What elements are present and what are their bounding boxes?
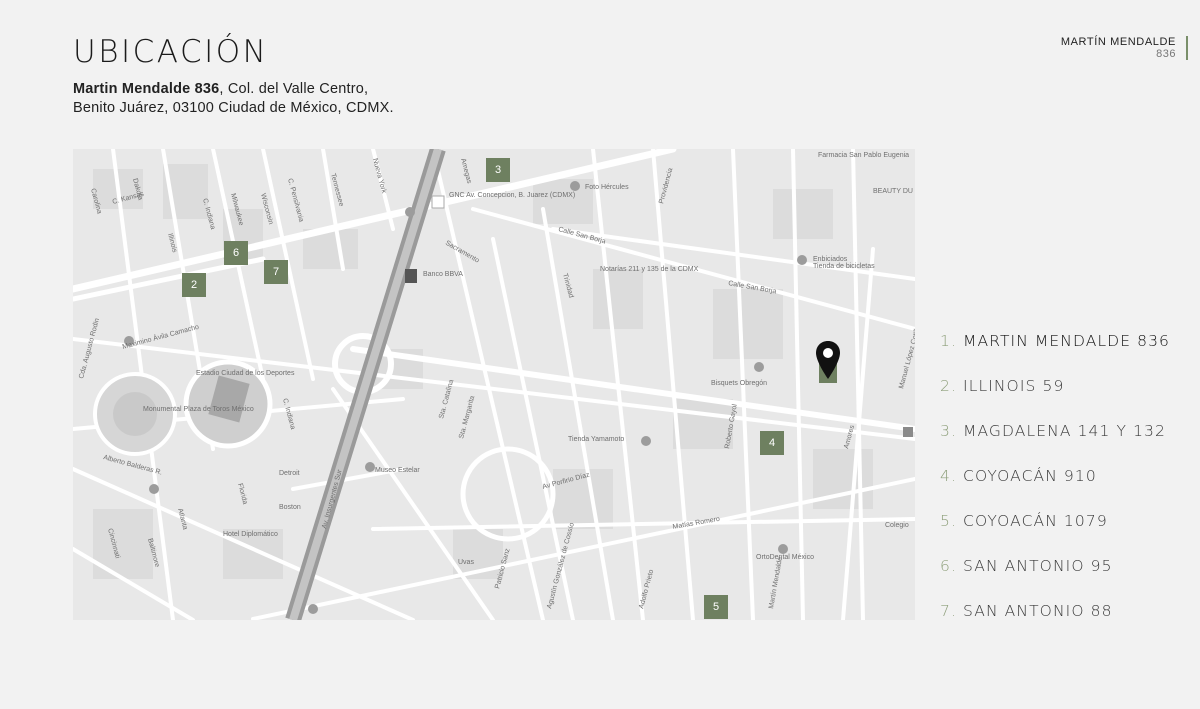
- legend-number: 6.: [940, 557, 957, 575]
- map-label: GNC Av. Concepcion, B. Juarez (CDMX): [449, 192, 575, 199]
- legend-text: SAN ANTONIO 88: [963, 602, 1113, 620]
- map-marker-5[interactable]: 5: [704, 595, 728, 619]
- map-label: Museo Estelar: [375, 467, 420, 474]
- map-label: Tienda de bicicletas: [813, 263, 875, 270]
- legend-text: MARTIN MENDALDE 836: [963, 332, 1171, 350]
- page-title: UBICACIÓN: [73, 34, 269, 70]
- map-label: Uvas: [458, 559, 474, 566]
- location-pin-icon[interactable]: [816, 341, 840, 379]
- legend-number: 2.: [940, 377, 957, 395]
- legend-item-4[interactable]: 4. COYOACÁN 910: [940, 467, 1170, 512]
- map-label: Bisquets Obregón: [711, 380, 767, 387]
- legend-number: 4.: [940, 467, 957, 485]
- legend-number: 5.: [940, 512, 957, 530]
- map-label: Hotel Diplomático: [223, 531, 278, 538]
- legend-text: SAN ANTONIO 95: [963, 557, 1113, 575]
- map-label: Enbiciados: [813, 256, 848, 263]
- legend-item-7[interactable]: 7. SAN ANTONIO 88: [940, 602, 1170, 647]
- legend-number: 7.: [940, 602, 957, 620]
- address: Martin Mendalde 836, Col. del Valle Cent…: [73, 80, 394, 118]
- legend-item-1[interactable]: 1. MARTIN MENDALDE 836: [940, 332, 1170, 377]
- location-map[interactable]: Carolina C. Kansas Dakota Illinois C. Indian…: [73, 149, 915, 620]
- address-colony: , Col. del Valle Centro,: [219, 81, 369, 97]
- brand-tag: MARTÍN MENDALDE 836: [1061, 36, 1188, 60]
- map-label: Notarías 211 y 135 de la CDMX: [600, 266, 699, 273]
- map-marker-7[interactable]: 7: [264, 260, 288, 284]
- address-city: Benito Juárez, 03100 Ciudad de México, C…: [73, 100, 394, 116]
- map-streets: Carolina C. KansasDakotaIllinoisC. Indian…: [73, 149, 915, 620]
- brand-number: 836: [1156, 48, 1176, 60]
- legend-item-6[interactable]: 6. SAN ANTONIO 95: [940, 557, 1170, 602]
- map-label: Monumental Plaza de Toros México: [143, 406, 254, 413]
- map-label: Boston: [279, 504, 301, 511]
- map-label: Colegio: [885, 522, 909, 529]
- map-label: OrtoDental México: [756, 554, 814, 561]
- map-label: Banco BBVA: [423, 271, 463, 278]
- legend-item-2[interactable]: 2. ILLINOIS 59: [940, 377, 1170, 422]
- legend-number: 1.: [940, 332, 957, 350]
- location-legend: 1. MARTIN MENDALDE 836 2. ILLINOIS 59 3.…: [940, 332, 1170, 647]
- map-marker-6[interactable]: 6: [224, 241, 248, 265]
- legend-text: COYOACÁN 910: [963, 467, 1097, 485]
- map-marker-4[interactable]: 4: [760, 431, 784, 455]
- map-label: Detroit: [279, 470, 300, 477]
- brand-name: MARTÍN MENDALDE: [1060, 36, 1176, 48]
- map-label: Farmacia San Pablo Eugenia: [818, 152, 909, 159]
- map-label: Tienda Yamamoto: [568, 436, 624, 443]
- legend-item-3[interactable]: 3. MAGDALENA 141 Y 132: [940, 422, 1170, 467]
- legend-text: ILLINOIS 59: [963, 377, 1065, 395]
- legend-number: 3.: [940, 422, 957, 440]
- map-label: Estadio Ciudad de los Deportes: [196, 370, 295, 377]
- map-marker-3[interactable]: 3: [486, 158, 510, 182]
- legend-text: COYOACÁN 1079: [963, 512, 1108, 530]
- legend-text: MAGDALENA 141 Y 132: [963, 422, 1166, 440]
- map-marker-2[interactable]: 2: [182, 273, 206, 297]
- address-street: Martin Mendalde 836: [73, 81, 220, 97]
- map-label: Foto Hércules: [585, 184, 629, 191]
- map-label: BEAUTY DU: [873, 188, 913, 195]
- legend-item-5[interactable]: 5. COYOACÁN 1079: [940, 512, 1170, 557]
